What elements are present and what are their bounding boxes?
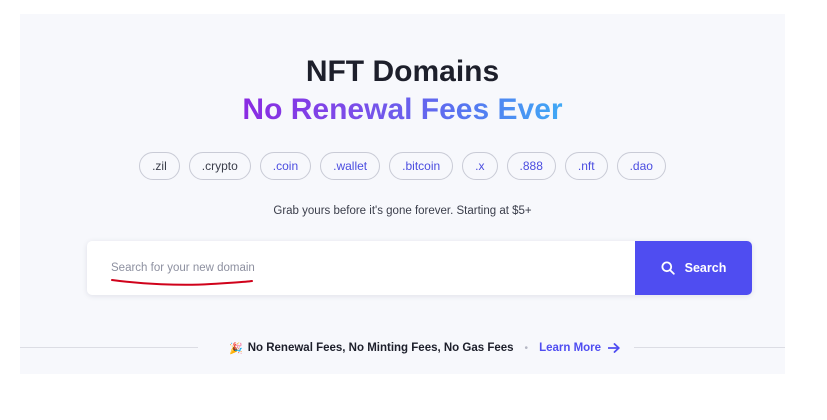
chip-zil[interactable]: .zil xyxy=(139,152,180,180)
extension-chips: .zil .crypto .coin .wallet .bitcoin .x .… xyxy=(20,152,785,180)
hero-title: NFT Domains xyxy=(305,55,500,88)
arrow-right-icon xyxy=(608,343,620,353)
hero-subtitle: Grab yours before it's gone forever. Sta… xyxy=(273,205,532,217)
search-button[interactable]: Search xyxy=(635,241,752,295)
search-icon xyxy=(661,261,675,275)
features-text: No Renewal Fees, No Minting Fees, No Gas… xyxy=(247,342,514,354)
search-button-label: Search xyxy=(684,261,727,275)
chip-crypto[interactable]: .crypto xyxy=(188,152,251,180)
chip-888[interactable]: .888 xyxy=(506,152,556,180)
hero-panel: NFT Domains No Renewal Fees Ever .zil .c… xyxy=(20,14,785,374)
chip-nft[interactable]: .nft xyxy=(564,152,608,180)
hero-tagline-text: No Renewal Fees Ever xyxy=(242,93,563,126)
search-bar: Search xyxy=(87,241,752,295)
footer-content: 🎉 No Renewal Fees, No Minting Fees, No G… xyxy=(229,334,620,362)
chip-x[interactable]: .x xyxy=(462,152,498,180)
chip-wallet[interactable]: .wallet xyxy=(320,152,381,180)
party-popper-icon: 🎉 xyxy=(229,342,243,355)
footer-row: 🎉 No Renewal Fees, No Minting Fees, No G… xyxy=(20,334,785,362)
divider-left xyxy=(20,347,198,348)
learn-more-label: Learn More xyxy=(539,342,602,354)
learn-more-link[interactable]: Learn More xyxy=(539,342,620,354)
chip-coin[interactable]: .coin xyxy=(259,152,312,180)
chip-dao[interactable]: .dao xyxy=(616,152,666,180)
hero-tagline: No Renewal Fees Ever xyxy=(20,92,785,128)
chip-bitcoin[interactable]: .bitcoin xyxy=(389,152,454,180)
divider-right xyxy=(634,347,785,348)
separator-dot: • xyxy=(524,342,529,354)
red-underline-annotation xyxy=(111,279,253,286)
